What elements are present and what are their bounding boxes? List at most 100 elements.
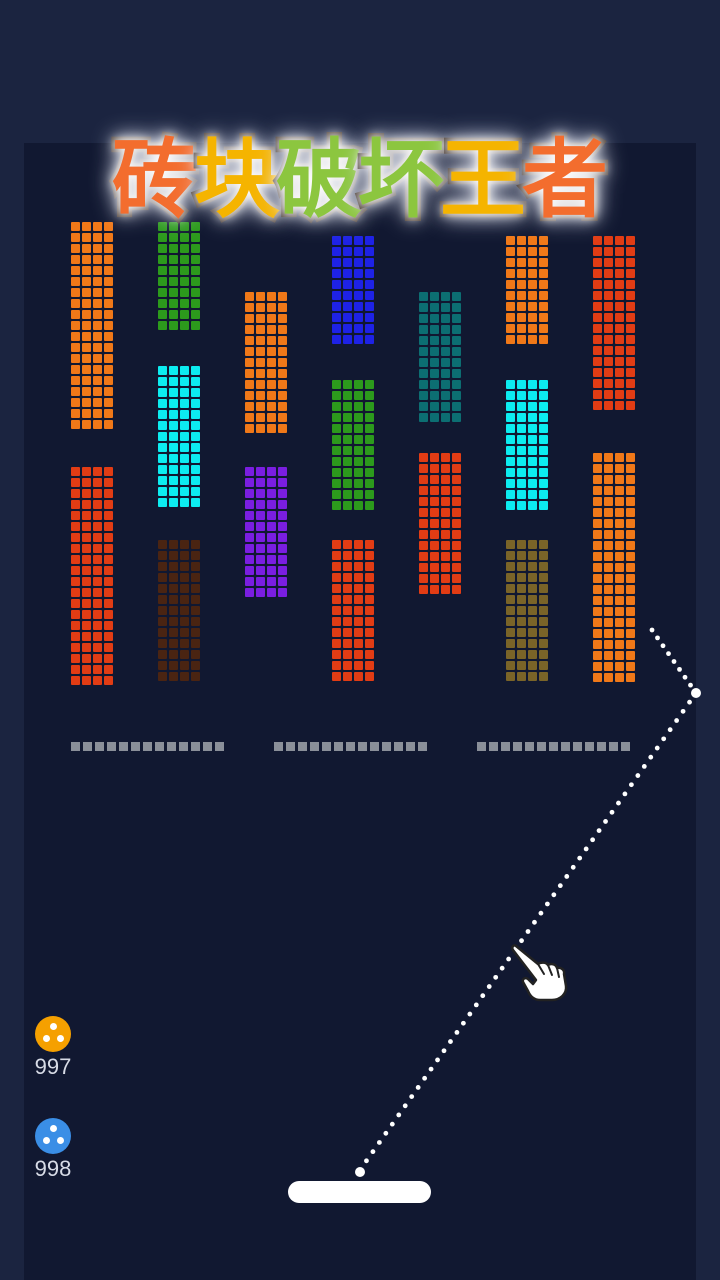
brick xyxy=(452,585,461,594)
barrier-segment xyxy=(609,742,618,751)
barrier-left xyxy=(71,742,224,751)
brick xyxy=(82,610,91,619)
brick xyxy=(604,552,613,561)
brick xyxy=(517,391,526,400)
brick xyxy=(332,468,341,477)
brick xyxy=(430,453,439,462)
brick xyxy=(343,324,352,333)
brick xyxy=(245,358,254,367)
brick xyxy=(528,324,537,333)
brick xyxy=(245,402,254,411)
brick xyxy=(104,478,113,487)
brick xyxy=(82,522,91,531)
brick xyxy=(354,313,363,322)
brick xyxy=(82,354,91,363)
brick xyxy=(593,574,602,583)
brick xyxy=(267,369,276,378)
brick xyxy=(506,313,515,322)
brick xyxy=(343,413,352,422)
brick xyxy=(104,599,113,608)
brick xyxy=(169,377,178,386)
brick xyxy=(93,588,102,597)
brick xyxy=(452,530,461,539)
barrier-segment xyxy=(477,742,486,751)
brick xyxy=(626,530,635,539)
brick xyxy=(332,402,341,411)
brick xyxy=(180,421,189,430)
title-char: 者 xyxy=(519,130,612,230)
brick xyxy=(267,577,276,586)
brick xyxy=(169,617,178,626)
brick xyxy=(93,500,102,509)
brick xyxy=(354,391,363,400)
brick xyxy=(245,533,254,542)
brick xyxy=(365,380,374,389)
brick xyxy=(93,676,102,685)
brick xyxy=(517,573,526,582)
brick xyxy=(604,390,613,399)
brick xyxy=(441,486,450,495)
brick xyxy=(180,540,189,549)
brick xyxy=(71,354,80,363)
brick xyxy=(528,236,537,245)
brick xyxy=(452,486,461,495)
brick xyxy=(365,324,374,333)
brick xyxy=(93,244,102,253)
brick xyxy=(452,292,461,301)
brick xyxy=(191,255,200,264)
brick xyxy=(71,409,80,418)
brick xyxy=(343,617,352,626)
brick xyxy=(626,401,635,410)
brick xyxy=(343,335,352,344)
brick xyxy=(332,551,341,560)
brick xyxy=(419,508,428,517)
brick-block-cyan-column-6 xyxy=(506,380,548,510)
brick xyxy=(354,617,363,626)
brick xyxy=(441,464,450,473)
brick xyxy=(626,464,635,473)
brick xyxy=(506,380,515,389)
brick xyxy=(452,453,461,462)
barrier-segment xyxy=(95,742,104,751)
brick xyxy=(539,380,548,389)
brick xyxy=(593,486,602,495)
brick xyxy=(169,650,178,659)
brick xyxy=(104,409,113,418)
orange-ball-counter[interactable]: 997 xyxy=(30,1016,76,1080)
brick xyxy=(626,629,635,638)
brick xyxy=(452,464,461,473)
brick xyxy=(517,247,526,256)
brick xyxy=(191,551,200,560)
brick xyxy=(71,500,80,509)
brick xyxy=(528,380,537,389)
brick xyxy=(158,388,167,397)
brick xyxy=(430,303,439,312)
brick xyxy=(256,522,265,531)
brick xyxy=(354,435,363,444)
brick xyxy=(441,508,450,517)
brick xyxy=(191,421,200,430)
brick xyxy=(539,435,548,444)
brick xyxy=(539,291,548,300)
brick xyxy=(104,354,113,363)
brick xyxy=(82,467,91,476)
brick xyxy=(93,343,102,352)
brick xyxy=(441,541,450,550)
brick xyxy=(93,321,102,330)
brick xyxy=(593,379,602,388)
brick xyxy=(191,562,200,571)
brick xyxy=(615,618,624,627)
brick xyxy=(506,457,515,466)
blue-ball-counter[interactable]: 998 xyxy=(30,1118,76,1182)
barrier-segment xyxy=(525,742,534,751)
brick xyxy=(332,280,341,289)
brick xyxy=(604,291,613,300)
brick xyxy=(604,486,613,495)
brick xyxy=(354,324,363,333)
brick xyxy=(626,585,635,594)
paddle[interactable] xyxy=(288,1181,431,1203)
brick xyxy=(180,410,189,419)
brick xyxy=(267,522,276,531)
brick xyxy=(169,540,178,549)
brick xyxy=(332,247,341,256)
